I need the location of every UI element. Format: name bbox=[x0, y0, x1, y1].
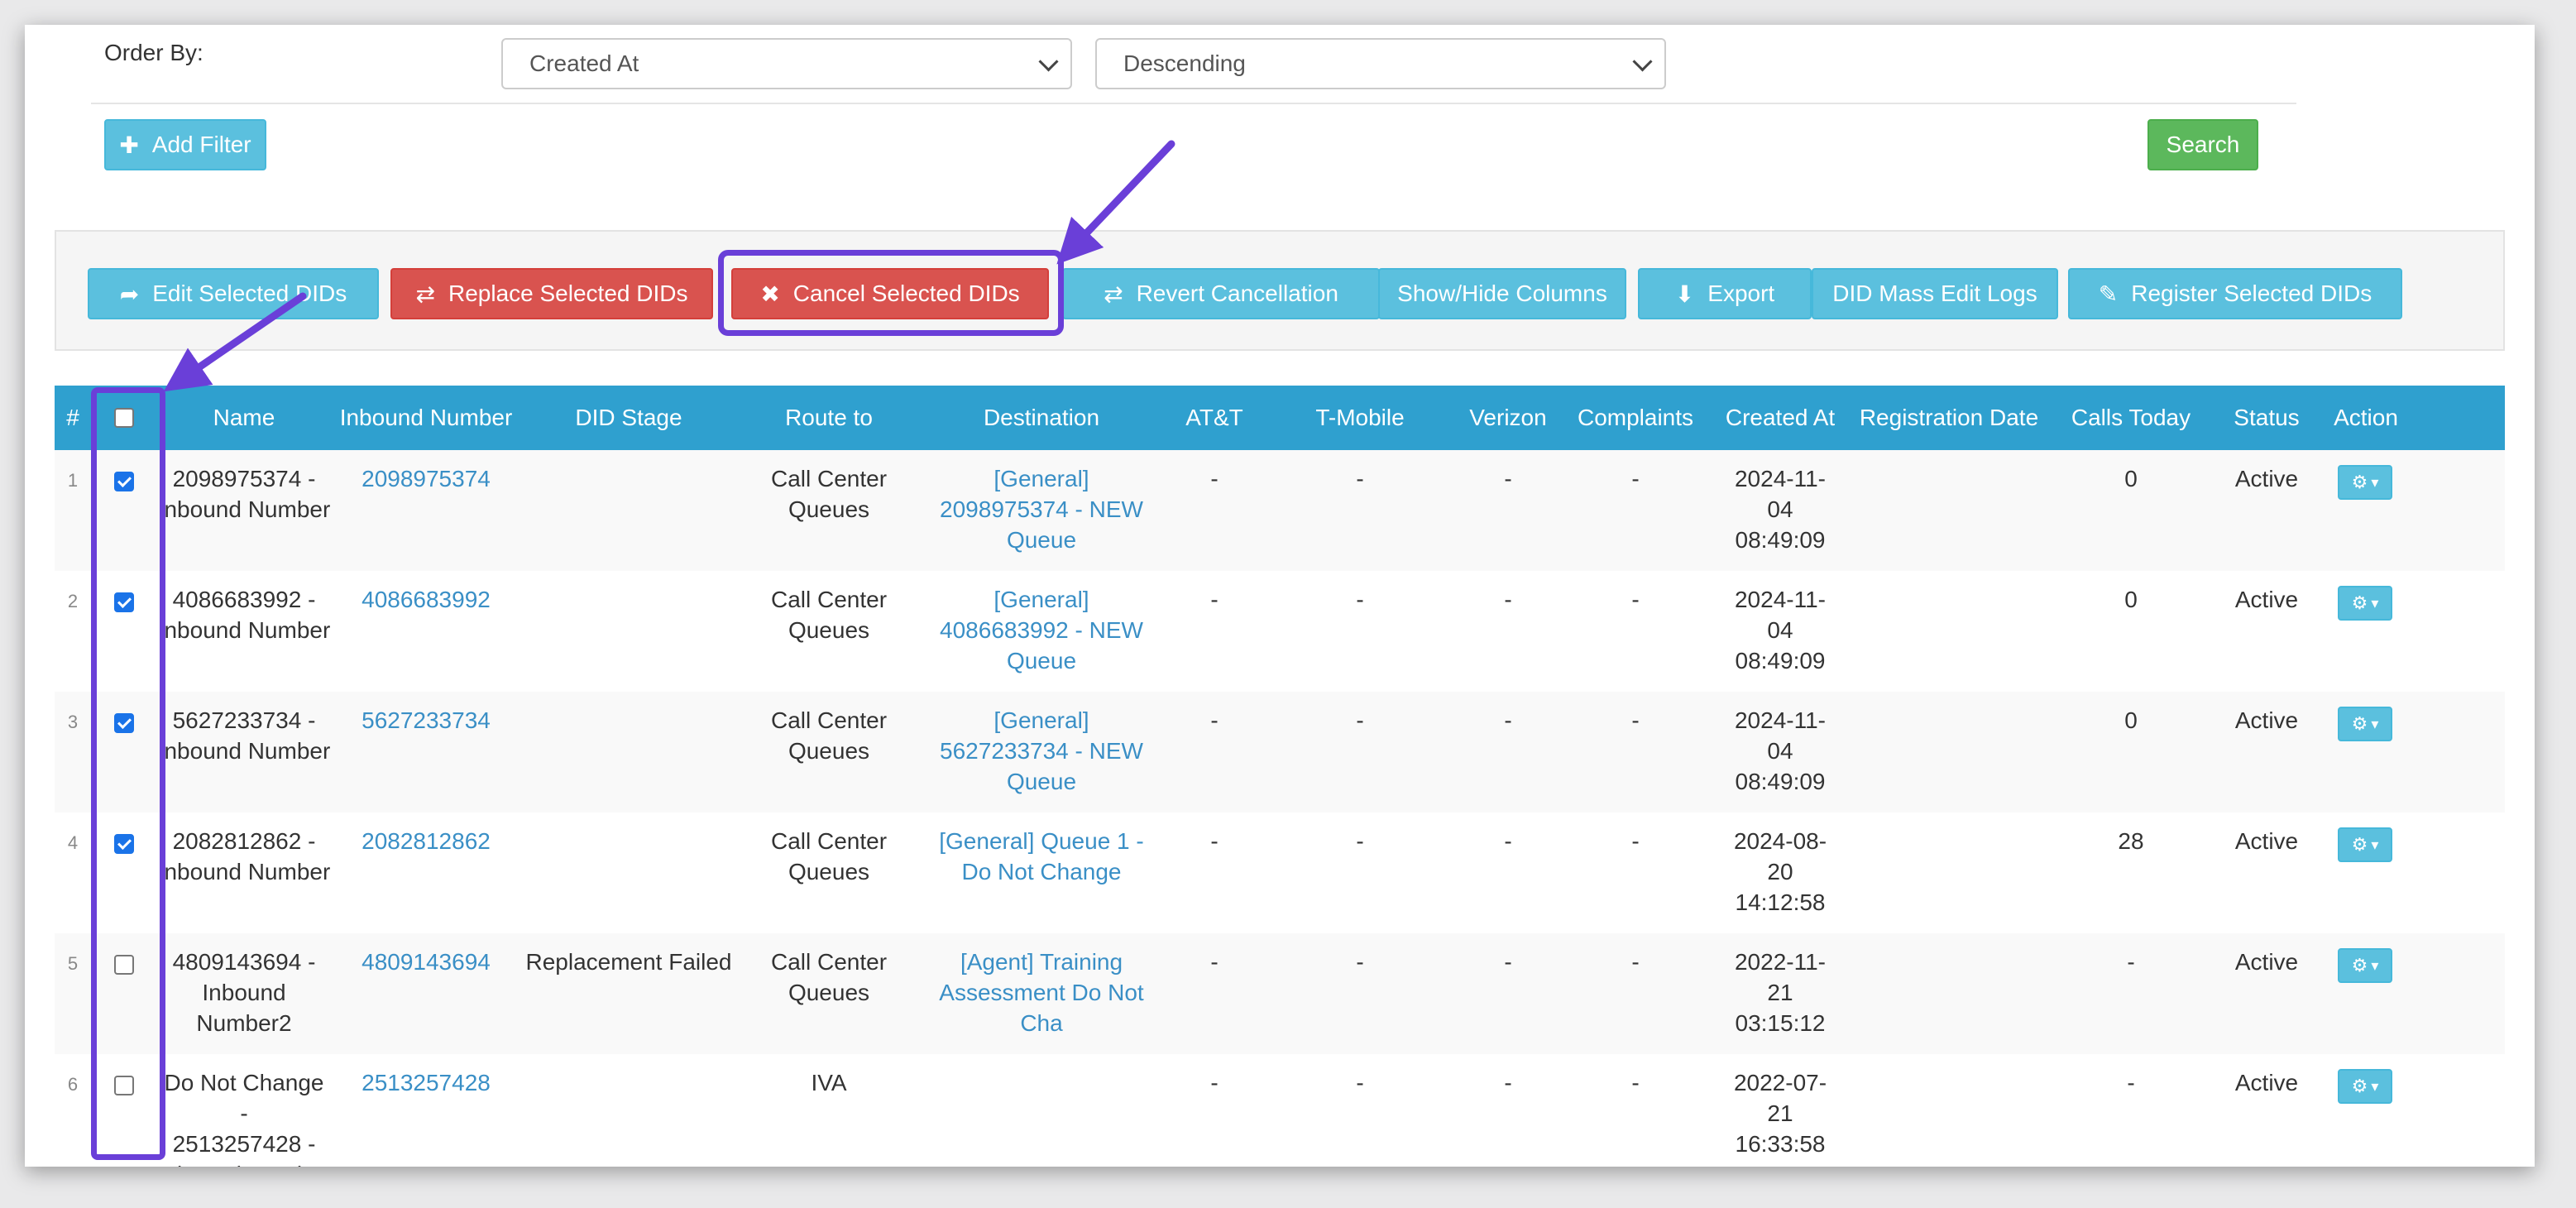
arrow-to-cancel-icon bbox=[1056, 140, 1175, 265]
arrow-to-checkbox-icon bbox=[163, 292, 307, 392]
annotation-arrows bbox=[163, 140, 1175, 392]
did-management-panel: Order By: Created At Descending ✚ Add Fi… bbox=[25, 25, 2535, 1167]
